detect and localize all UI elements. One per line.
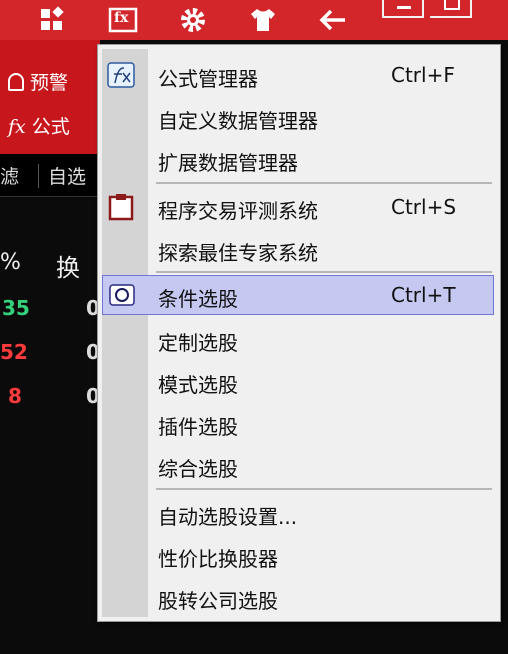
- header-pct[interactable]: %: [0, 250, 21, 275]
- menu-separator: [156, 488, 492, 490]
- menu-item-custom-screen[interactable]: 定制选股: [98, 319, 500, 359]
- formula-manager-icon: [106, 61, 136, 89]
- menu-item-label: 股转公司选股: [158, 589, 278, 613]
- table-row[interactable]: 52 0: [0, 338, 100, 372]
- alert-row[interactable]: 预警: [8, 68, 68, 95]
- pct-cell: 52: [0, 340, 28, 364]
- menu-item-label: 扩展数据管理器: [158, 151, 298, 175]
- pct-cell: 8: [8, 384, 22, 408]
- left-red-panel: 预警 fx 公式: [0, 40, 100, 154]
- minimize-button[interactable]: [382, 0, 424, 18]
- menu-item-shortcut: Ctrl+F: [391, 63, 455, 87]
- menu-item-shortcut: Ctrl+S: [391, 195, 457, 219]
- menu-item-custom-data-manager[interactable]: 自定义数据管理器: [98, 97, 500, 137]
- menu-item-program-trading-test[interactable]: 程序交易评测系统 Ctrl+S: [98, 187, 500, 227]
- formula-row[interactable]: fx 公式: [8, 112, 70, 139]
- stock-screen-icon: [107, 281, 137, 309]
- menu-item-label: 模式选股: [158, 373, 238, 397]
- menu-item-formula-manager[interactable]: 公式管理器 Ctrl+F: [98, 55, 500, 95]
- menu-item-label: 探索最佳专家系统: [158, 241, 318, 265]
- menu-item-label: 公式管理器: [158, 67, 258, 91]
- maximize-icon: [444, 0, 460, 10]
- menu-item-neeq-screen[interactable]: 股转公司选股: [98, 577, 500, 617]
- minimize-icon: [397, 6, 411, 9]
- clipboard-icon: [106, 193, 136, 221]
- column-headers: % 换: [0, 240, 100, 283]
- menu-item-label: 自定义数据管理器: [158, 109, 318, 133]
- tab-divider: [38, 164, 39, 188]
- header-turnover[interactable]: 换: [56, 248, 80, 283]
- fx-icon: fx: [8, 116, 26, 138]
- menu-item-composite-screen[interactable]: 综合选股: [98, 445, 500, 485]
- menu-item-plugin-screen[interactable]: 插件选股: [98, 403, 500, 443]
- menu-item-expert-system[interactable]: 探索最佳专家系统: [98, 229, 500, 269]
- menu-item-condition-screen[interactable]: 条件选股 Ctrl+T: [102, 275, 494, 315]
- menu-item-label: 插件选股: [158, 415, 238, 439]
- back-arrow-icon[interactable]: [318, 6, 348, 34]
- menu-item-label: 自动选股设置...: [158, 505, 298, 529]
- maximize-button[interactable]: [430, 0, 472, 18]
- formula-label: 公式: [31, 116, 70, 138]
- menu-item-label: 性价比换股器: [158, 547, 278, 571]
- menu-item-label: 定制选股: [158, 331, 238, 355]
- left-tabs: 滤 自选: [0, 154, 100, 197]
- tab-watchlist[interactable]: 自选: [48, 162, 86, 189]
- menu-item-value-switcher[interactable]: 性价比换股器: [98, 535, 500, 575]
- menu-item-extended-data-manager[interactable]: 扩展数据管理器: [98, 139, 500, 179]
- menu-item-label: 综合选股: [158, 457, 238, 481]
- formula-icon[interactable]: fx: [108, 6, 138, 34]
- top-toolbar: fx: [0, 0, 508, 40]
- alert-icon: [8, 73, 24, 91]
- formula-dropdown-menu: 公式管理器 Ctrl+F 自定义数据管理器 扩展数据管理器 程序交易评测系统 C…: [97, 44, 501, 622]
- pct-cell: 35: [2, 296, 30, 320]
- menu-item-auto-screen-settings[interactable]: 自动选股设置...: [98, 493, 500, 533]
- menu-item-pattern-screen[interactable]: 模式选股: [98, 361, 500, 401]
- menu-separator: [156, 182, 492, 184]
- menu-separator: [156, 271, 492, 273]
- formula-glyph: fx: [114, 10, 129, 26]
- grid-icon[interactable]: [38, 6, 68, 34]
- menu-item-label: 程序交易评测系统: [158, 199, 318, 223]
- table-row[interactable]: 35 0: [0, 294, 100, 328]
- tab-filter[interactable]: 滤: [0, 162, 19, 189]
- menu-item-label: 条件选股: [158, 287, 238, 311]
- gear-icon[interactable]: [178, 6, 208, 34]
- alert-label: 预警: [30, 72, 69, 94]
- menu-item-shortcut: Ctrl+T: [391, 283, 456, 307]
- shirt-icon[interactable]: [248, 6, 278, 34]
- table-row[interactable]: 8 0: [0, 382, 100, 416]
